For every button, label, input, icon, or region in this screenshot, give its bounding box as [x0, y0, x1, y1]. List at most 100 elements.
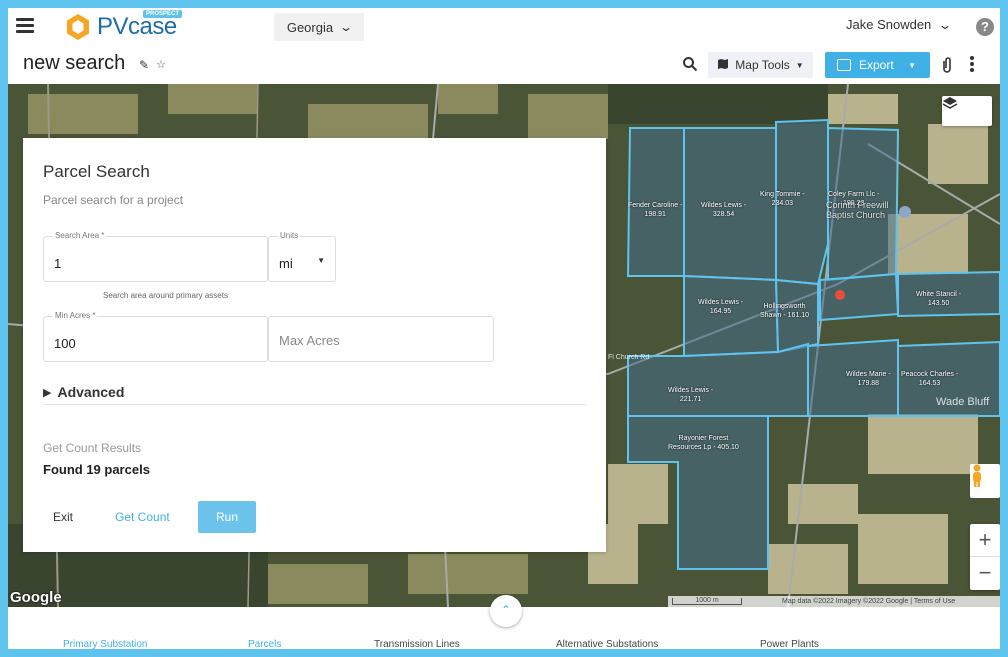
map-tools-button[interactable]: Map Tools ▼: [708, 52, 813, 78]
parcel-label[interactable]: Peacock Charles - 164.53: [901, 370, 958, 388]
parcel-label[interactable]: Wildes Lewis - 328.54: [701, 201, 746, 219]
logo-icon: [63, 12, 93, 42]
logo[interactable]: PVcase PROSPECT: [63, 10, 183, 42]
exit-button[interactable]: Exit: [53, 510, 73, 524]
parcel-owner: Rayonier Forest: [678, 435, 729, 442]
parcel-acres: Shawn - 161.10: [760, 312, 810, 319]
export-button[interactable]: Export ▼: [825, 52, 930, 78]
parcel-owner: Peacock Charles -: [901, 371, 959, 378]
parcel-owner: Wildes Lewis -: [701, 202, 747, 209]
search-area-label: Search Area *: [53, 231, 107, 240]
min-acres-value: 100: [54, 336, 76, 351]
parcel-label[interactable]: King Tommie - 234.03: [760, 190, 805, 208]
map-scale: 1000 m: [672, 597, 742, 605]
parcel-label[interactable]: Hollingsworth Shawn - 161.10: [760, 302, 809, 320]
parcel-label[interactable]: Rayonier Forest Resources Lp - 405.10: [668, 434, 739, 452]
user-menu[interactable]: Jake Snowden ⌄: [846, 17, 953, 32]
place-line: Corinth Freewill: [826, 200, 889, 210]
divider: [43, 404, 586, 405]
attachment-icon[interactable]: [941, 56, 953, 74]
caret-right-icon: ▶: [43, 386, 52, 399]
parcel-search-panel: Parcel Search Parcel search for a projec…: [23, 138, 606, 552]
zoom-in-button[interactable]: +: [970, 524, 1000, 557]
chevron-down-icon: ⌄: [339, 20, 354, 34]
units-select[interactable]: Units mi ▼: [268, 231, 336, 282]
parcel-owner: Fender Caroline -: [628, 202, 683, 209]
parcel-acres: 164.95: [709, 308, 732, 315]
parcel-owner: Wildes Lewis -: [698, 299, 744, 306]
export-label: Export: [859, 58, 894, 72]
attribution-text[interactable]: Map data ©2022 Imagery ©2022 Google | Te…: [782, 598, 955, 605]
caret-down-icon: ▼: [795, 60, 804, 70]
zoom-out-button[interactable]: −: [970, 557, 1000, 590]
parcel-acres: 164.53: [918, 380, 941, 387]
parcel-label[interactable]: Fender Caroline - 198.91: [628, 201, 682, 219]
parcel-acres: 179.88: [857, 380, 880, 387]
chevron-up-icon[interactable]: ⌃: [490, 595, 522, 627]
parcel-acres: 234.03: [771, 200, 794, 207]
parcel-acres: 328.54: [712, 211, 735, 218]
units-value: mi: [279, 256, 293, 271]
tab-primary-substation[interactable]: Primary Substation: [63, 639, 147, 649]
units-label: Units: [278, 231, 301, 240]
min-acres-field[interactable]: Min Acres * 100: [43, 311, 268, 362]
town-label: Wade Bluff: [936, 396, 990, 408]
parcel-owner: Wildes Marie -: [846, 371, 891, 378]
run-button[interactable]: Run: [198, 501, 256, 533]
layers-button[interactable]: [942, 96, 992, 126]
parcel-label[interactable]: Wildes Lewis - 221.71: [668, 386, 713, 404]
parcel-label[interactable]: White Stancil - 143.50: [916, 290, 961, 308]
parcel-label[interactable]: Wildes Lewis - 164.95: [698, 298, 743, 316]
more-options-icon[interactable]: [970, 56, 974, 72]
parcel-owner: Wildes Lewis -: [668, 387, 714, 394]
count-results-value: Found 19 parcels: [43, 462, 150, 477]
caret-down-icon: ▼: [908, 60, 916, 70]
map-tools-label: Map Tools: [735, 58, 790, 72]
parcel-owner: Hollingsworth: [763, 303, 806, 310]
search-area-value: 1: [54, 256, 62, 271]
map-attribution: 1000 m Map data ©2022 Imagery ©2022 Goog…: [668, 596, 1000, 607]
caret-down-icon: ▼: [317, 256, 325, 265]
parcel-owner: King Tommie -: [760, 191, 805, 198]
chevron-down-icon: ⌄: [938, 17, 953, 32]
min-acres-label: Min Acres *: [53, 311, 98, 320]
panel-subtitle: Parcel search for a project: [43, 193, 184, 207]
max-acres-field[interactable]: Max Acres: [268, 316, 494, 362]
zoom-control: + −: [970, 524, 1000, 590]
pencil-icon[interactable]: ✎: [139, 58, 149, 72]
menu-icon[interactable]: [16, 18, 34, 34]
help-icon[interactable]: ?: [976, 18, 994, 36]
advanced-label: Advanced: [57, 384, 125, 400]
app-frame: PVcase PROSPECT Georgia ⌄ Jake Snowden ⌄…: [8, 8, 1000, 649]
star-icon[interactable]: ☆: [156, 58, 166, 71]
road-label: Fl Church Rd: [608, 354, 650, 361]
parcel-acres: 221.71: [679, 396, 702, 403]
search-area-field[interactable]: Search Area * 1: [43, 231, 268, 282]
user-name: Jake Snowden: [846, 17, 932, 32]
bottom-panel: ⌃ Primary Substation Parcels Transmissio…: [8, 595, 1000, 649]
panel-title: Parcel Search: [43, 162, 150, 181]
place-line: Baptist Church: [826, 210, 886, 220]
tab-transmission-lines[interactable]: Transmission Lines: [374, 639, 460, 649]
map-icon: [717, 58, 729, 73]
parcel-owner: Coley Farm Llc -: [828, 191, 880, 198]
page-title: new search: [23, 52, 126, 74]
parcel-acres: Resources Lp - 405.10: [668, 444, 739, 451]
state-dropdown[interactable]: Georgia ⌄: [274, 13, 364, 41]
parcel-label[interactable]: Wildes Marie - 179.88: [846, 370, 891, 388]
parcel-acres: 198.91: [644, 211, 666, 218]
get-count-button[interactable]: Get Count: [115, 510, 170, 524]
tab-alternative-substations[interactable]: Alternative Substations: [556, 639, 658, 649]
layers-icon: [942, 97, 958, 109]
top-bar: PVcase PROSPECT Georgia ⌄ Jake Snowden ⌄…: [8, 8, 1000, 46]
tab-power-plants[interactable]: Power Plants: [760, 639, 819, 649]
street-view-pegman-icon[interactable]: [970, 464, 1000, 498]
advanced-toggle[interactable]: ▶ Advanced: [43, 384, 124, 400]
parcel-acres: 143.50: [927, 300, 950, 307]
parcel-owner: White Stancil -: [916, 291, 962, 298]
tab-parcels[interactable]: Parcels: [248, 639, 281, 649]
download-icon: [837, 59, 851, 71]
place-label: Corinth Freewill Baptist Church: [826, 200, 889, 220]
search-icon[interactable]: [682, 56, 698, 72]
search-area-hint: Search area around primary assets: [103, 291, 228, 300]
